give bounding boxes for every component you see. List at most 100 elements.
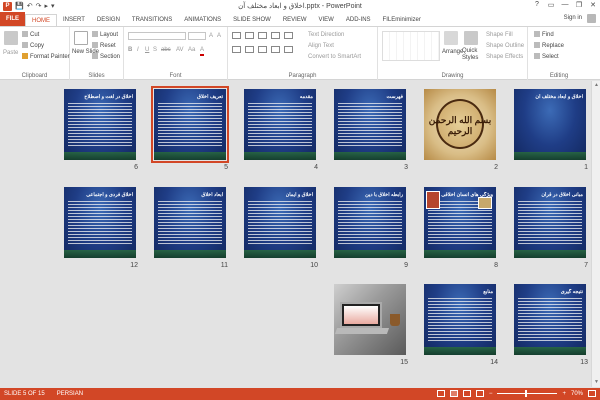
quick-styles-icon	[464, 31, 478, 45]
vertical-scrollbar[interactable]: ▲ ▼	[591, 81, 600, 387]
slide-thumbnail[interactable]: مقدمه	[244, 89, 316, 160]
zoom-out-icon[interactable]: −	[489, 391, 493, 397]
slide-number: 5	[224, 164, 228, 171]
font-group-label: Font	[169, 73, 182, 79]
tab-add-ins[interactable]: ADD-INS	[340, 14, 377, 26]
slide-thumbnail[interactable]: اخلاق و ابعاد مختلف آن	[514, 89, 586, 160]
slide-thumbnail[interactable]: ویژگی های انسان اخلاقی	[424, 187, 496, 258]
line-spacing-icon[interactable]	[284, 32, 293, 39]
tab-view[interactable]: VIEW	[313, 14, 340, 26]
minimize-icon[interactable]: —	[560, 1, 570, 9]
reading-view-icon[interactable]	[462, 390, 471, 397]
align-right-icon[interactable]	[258, 46, 267, 53]
slide-thumbnail[interactable]: فهرست	[334, 89, 406, 160]
underline-button[interactable]: U	[145, 46, 149, 54]
tab-home[interactable]: HOME	[25, 14, 57, 26]
editing-group: Find Replace Select Editing	[528, 27, 590, 80]
slide-background-grass	[244, 152, 316, 160]
increase-indent-icon[interactable]	[271, 32, 280, 39]
strikethrough-button[interactable]: abc	[161, 46, 171, 54]
arrange-button[interactable]: Arrange	[442, 48, 463, 56]
slide-thumbnail[interactable]: اخلاق فردی و اجتماعی	[64, 187, 136, 258]
format-painter-button[interactable]: Format Painter	[22, 53, 70, 61]
shape-effects-button[interactable]: Shape Effects	[486, 53, 523, 61]
convert-smartart-button[interactable]: Convert to SmartArt	[308, 53, 361, 61]
layout-button[interactable]: Layout	[92, 31, 118, 39]
ribbon-display-icon[interactable]: ▭	[546, 1, 556, 9]
slide-number: 14	[490, 359, 498, 366]
shape-fill-button[interactable]: Shape Fill	[486, 31, 513, 39]
shapes-gallery[interactable]	[382, 31, 440, 61]
columns-icon[interactable]	[284, 46, 293, 53]
font-size-combo[interactable]	[188, 32, 206, 40]
bold-button[interactable]: B	[128, 46, 132, 54]
close-icon[interactable]: ✕	[588, 1, 598, 9]
decrease-indent-icon[interactable]	[258, 32, 267, 39]
quick-styles-button[interactable]: Quick Styles	[462, 48, 482, 62]
change-case-button[interactable]: Aa	[188, 46, 195, 54]
align-left-icon[interactable]	[232, 46, 241, 53]
restore-icon[interactable]: ❐	[574, 1, 584, 9]
sign-in-link[interactable]: Sign in	[564, 15, 582, 21]
help-icon[interactable]: ?	[532, 1, 542, 9]
replace-button[interactable]: Replace	[534, 42, 564, 50]
char-spacing-button[interactable]: AV	[176, 46, 184, 54]
justify-icon[interactable]	[271, 46, 280, 53]
language-indicator[interactable]: PERSIAN	[57, 391, 83, 397]
slide-thumbnail[interactable]: بسم الله الرحمن الرحیم	[424, 89, 496, 160]
zoom-level[interactable]: 70%	[571, 391, 583, 397]
tab-insert[interactable]: INSERT	[57, 14, 91, 26]
align-text-button[interactable]: Align Text	[308, 42, 334, 50]
zoom-slider[interactable]	[497, 390, 558, 397]
select-button[interactable]: Select	[534, 53, 559, 61]
tab-transitions[interactable]: TRANSITIONS	[126, 14, 178, 26]
slide-title: نتیجه گیری	[560, 289, 583, 295]
slide-thumbnail[interactable]: نتیجه گیری	[514, 284, 586, 355]
paste-button[interactable]: Paste	[3, 49, 18, 57]
section-button[interactable]: Section	[92, 53, 120, 61]
tab-review[interactable]: REVIEW	[277, 14, 313, 26]
numbering-icon[interactable]	[245, 32, 254, 39]
tab-animations[interactable]: ANIMATIONS	[178, 14, 227, 26]
shadow-button[interactable]: S	[153, 46, 157, 54]
find-button[interactable]: Find	[534, 31, 554, 39]
tab-design[interactable]: DESIGN	[91, 14, 126, 26]
cut-label: Cut	[30, 32, 40, 38]
text-direction-button[interactable]: Text Direction	[308, 31, 344, 39]
slide-thumbnail[interactable]: تعریف اخلاق	[151, 86, 229, 163]
shape-outline-button[interactable]: Shape Outline	[486, 42, 524, 50]
slide-thumbnail[interactable]: اخلاق و ایمان	[244, 187, 316, 258]
slideshow-view-icon[interactable]	[475, 390, 484, 397]
normal-view-icon[interactable]	[436, 390, 445, 397]
zoom-in-icon[interactable]: +	[562, 391, 566, 397]
scroll-down-icon[interactable]: ▼	[593, 379, 600, 386]
scroll-up-icon[interactable]: ▲	[593, 82, 600, 89]
font-name-combo[interactable]	[128, 32, 186, 40]
align-center-icon[interactable]	[245, 46, 254, 53]
bullets-icon[interactable]	[232, 32, 241, 39]
grow-font-button[interactable]: A	[209, 32, 213, 40]
avatar[interactable]	[587, 14, 596, 23]
zoom-slider-knob[interactable]	[525, 390, 528, 397]
slide-sorter-view-icon[interactable]	[449, 390, 458, 397]
slide-thumbnail[interactable]: رابطه اخلاق با دین	[334, 187, 406, 258]
tab-fileminimizer[interactable]: FILEminimizer	[377, 14, 427, 26]
copy-button[interactable]: Copy	[22, 42, 44, 50]
clipboard-group: Paste Cut Copy Format Painter Clipboard	[0, 27, 70, 80]
slide-title: اخلاق و ایمان	[285, 192, 313, 198]
tab-file[interactable]: FILE	[0, 12, 25, 26]
slide-thumbnail[interactable]: منابع	[424, 284, 496, 355]
slide-thumbnail[interactable]: ابعاد اخلاق	[154, 187, 226, 258]
copy-label: Copy	[30, 43, 45, 49]
slide-thumbnail[interactable]	[334, 284, 406, 355]
reset-button[interactable]: Reset	[92, 42, 116, 50]
slide-thumbnail[interactable]: اخلاق در لغت و اصطلاح	[64, 89, 136, 160]
select-icon	[534, 53, 540, 59]
tab-slide-show[interactable]: SLIDE SHOW	[227, 14, 277, 26]
slide-thumbnail[interactable]: مبانی اخلاق در قرآن	[514, 187, 586, 258]
cut-button[interactable]: Cut	[22, 31, 39, 39]
fit-to-window-icon[interactable]	[588, 390, 596, 397]
font-color-button[interactable]: A	[200, 46, 205, 56]
shrink-font-button[interactable]: A	[217, 32, 221, 40]
italic-button[interactable]: I	[137, 46, 139, 54]
